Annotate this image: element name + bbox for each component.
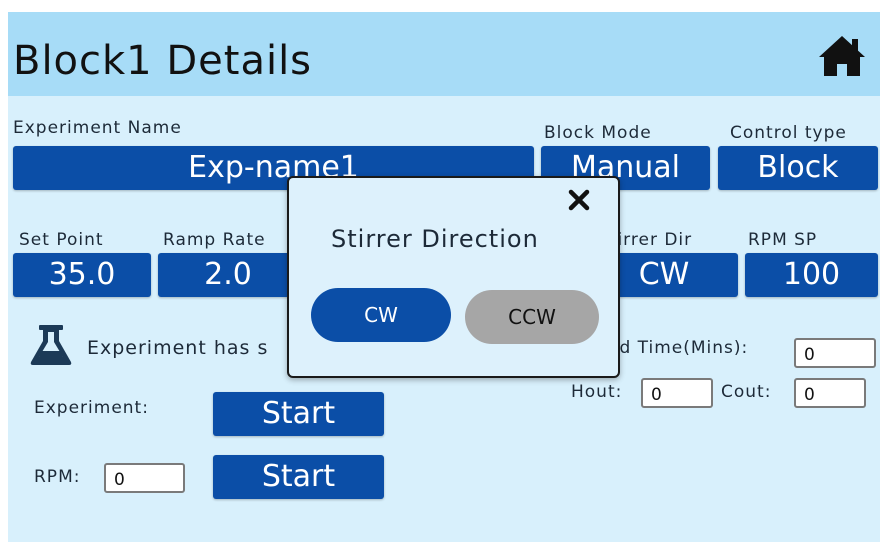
rpm-sp-field[interactable]: 100: [745, 253, 878, 297]
cout-input[interactable]: 0: [794, 378, 866, 408]
rpm-start-button[interactable]: Start: [213, 455, 384, 499]
hout-label: Hout:: [571, 382, 623, 402]
set-point-label: Set Point: [19, 230, 104, 250]
dialog-title: Stirrer Direction: [331, 225, 539, 253]
hout-input[interactable]: 0: [641, 378, 713, 408]
experiment-status-text: Experiment has s: [87, 337, 269, 359]
control-type-field[interactable]: Block: [718, 146, 878, 190]
experiment-label: Experiment:: [34, 398, 149, 418]
ccw-button[interactable]: CCW: [465, 290, 599, 344]
flask-icon: [30, 325, 72, 365]
ramp-rate-label: Ramp Rate: [163, 230, 266, 250]
stirrer-direction-dialog: Stirrer Direction CW CCW: [287, 176, 620, 378]
home-icon[interactable]: [816, 33, 868, 79]
rpm-sp-label: RPM SP: [748, 230, 818, 250]
elapsed-time-input[interactable]: 0: [794, 338, 876, 368]
control-type-label: Control type: [730, 123, 847, 143]
experiment-name-label: Experiment Name: [13, 118, 182, 138]
cw-button[interactable]: CW: [311, 288, 451, 342]
cout-label: Cout:: [721, 382, 772, 402]
rpm-input[interactable]: 0: [104, 463, 185, 493]
experiment-start-button[interactable]: Start: [213, 392, 384, 436]
ramp-rate-field[interactable]: 2.0: [158, 253, 298, 297]
page-title: Block1 Details: [13, 38, 313, 84]
elapsed-time-label: ed Time(Mins):: [608, 338, 749, 358]
rpm-label: RPM:: [34, 467, 81, 487]
block-mode-label: Block Mode: [544, 123, 652, 143]
close-icon[interactable]: [568, 188, 590, 212]
set-point-field[interactable]: 35.0: [13, 253, 151, 297]
